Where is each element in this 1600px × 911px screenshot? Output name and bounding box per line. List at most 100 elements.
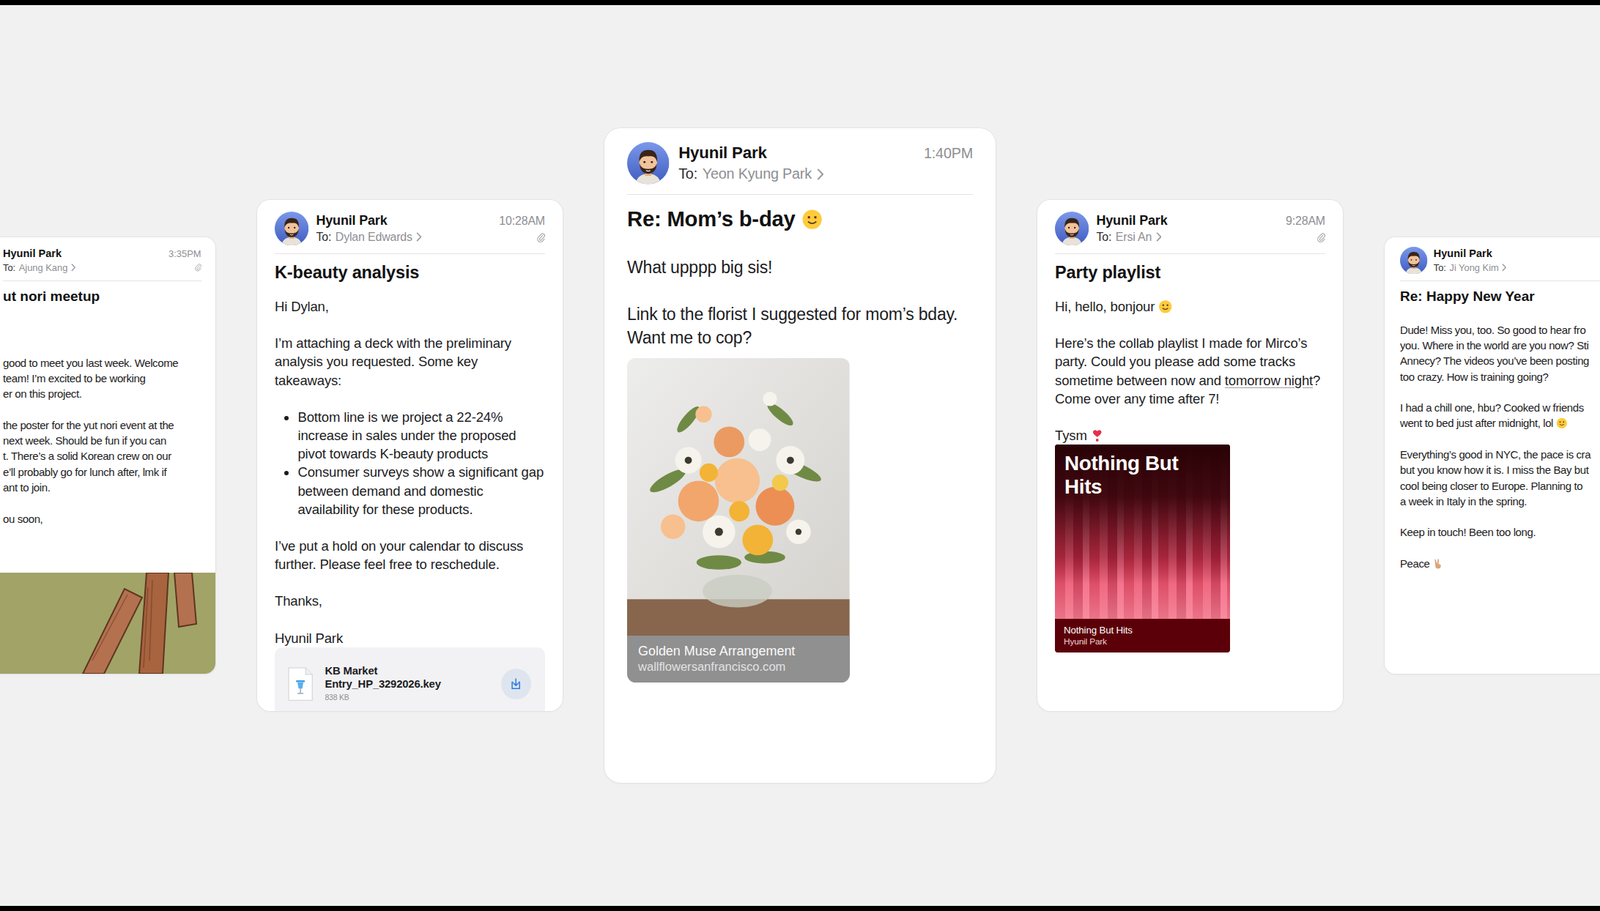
recipient-name[interactable]: Dylan Edwards (335, 230, 413, 244)
recipient-name[interactable]: Ersi An (1115, 230, 1152, 244)
recipient-name[interactable]: Ajung Kang (19, 262, 69, 274)
email-content: Hyunil Park10:28AMTo:Dylan Edwards K-beau… (257, 200, 563, 712)
recipient-name[interactable]: Yeon Kyung Park (702, 165, 812, 184)
email-card[interactable]: Hyunil Park9:28AMTo:Ersi AnParty playlis… (1037, 200, 1343, 712)
chevron-icon (1501, 263, 1507, 272)
email-body: Hi Dylan, I’m attaching a deck with the p… (274, 297, 546, 648)
flower-photo (627, 358, 850, 637)
chevron-icon (71, 263, 76, 272)
header-text: Hyunil Park1:40PMTo:Yeon Kyung Park (678, 143, 973, 183)
recipient-row: To:Yeon Kyung Park (678, 165, 973, 184)
link-preview[interactable]: Golden Muse Arrangementwallflowersanfran… (627, 358, 850, 683)
line-text: the poster for the yut nori event at the (2, 419, 174, 432)
to-label: To: (315, 230, 332, 244)
email-card[interactable]: Hyunil ParkTo:Ji Yong KimRe: Happy New Y… (1384, 237, 1600, 674)
playlist-name: Nothing But Hits (1063, 624, 1222, 637)
link-title: Golden Muse Arrangement (638, 643, 839, 661)
download-button[interactable] (501, 668, 532, 700)
text-line: er on this project. (2, 386, 202, 402)
email-card[interactable]: Hyunil Park10:28AMTo:Dylan Edwards K-beau… (257, 200, 563, 712)
text-block: I had a chill one, hbu? Cooked w friends… (1400, 400, 1600, 432)
subject-text: ut nori meetup (2, 288, 100, 306)
paragraph: Hi Dylan, (274, 297, 546, 316)
line-text: t. There’s a solid Korean crew on our (2, 449, 172, 463)
keynote-file-icon (287, 667, 313, 702)
smiley-face-icon (1556, 417, 1568, 430)
email-card[interactable]: Hyunil Park1:40PMTo:Yeon Kyung Park Re: M… (604, 128, 996, 784)
header-divider (2, 280, 202, 282)
email-body: Dude! Miss you, too. So good to hear fro… (1400, 322, 1600, 573)
date-link[interactable]: tomorrow night (1224, 372, 1313, 389)
email-card[interactable]: Hyunil Park3:35PMTo:Ajung Kang ut nori me… (0, 237, 216, 674)
text-line: next week. Should be fun if you can (2, 432, 202, 449)
email-body: What upppp big sis! Link to the florist I… (627, 256, 973, 351)
line-text: Peace (1400, 557, 1431, 570)
text-line: Everything’s good in NYC, the pace is cr… (1400, 446, 1600, 463)
text-run: What upppp big sis! (627, 257, 773, 277)
text-line: team! I’m excited to be working (2, 370, 202, 387)
playlist-owner: Hyunil Park (1063, 636, 1222, 647)
recipient-row: To:Ajung Kang (2, 262, 202, 274)
file-attachment[interactable]: KB Market Entry_HP_3292026.key838 KB (274, 647, 546, 712)
bullet-item: Bottom line is we project a 22-24% incre… (297, 408, 546, 464)
cover-title: Nothing But Hits (1064, 452, 1221, 499)
text-line: but you know how it is. I miss the Bay b… (1400, 462, 1600, 478)
email-header: Hyunil Park1:40PMTo:Yeon Kyung Park (627, 142, 973, 185)
recipient-row: To:Ji Yong Kim (1433, 262, 1600, 274)
line-text: e’ll probably go for lunch after, lmk if (2, 465, 167, 479)
text-block: good to meet you last week. Welcometeam!… (2, 355, 202, 403)
email-content: Hyunil Park3:35PMTo:Ajung Kang ut nori me… (0, 237, 216, 573)
line-text: good to meet you last week. Welcome (2, 356, 179, 370)
file-info: KB Market Entry_HP_3292026.key838 KB (324, 665, 453, 703)
link-caption: Golden Muse Arrangementwallflowersanfran… (627, 635, 850, 683)
header-text: Hyunil Park10:28AMTo:Dylan Edwards (315, 213, 545, 245)
paragraph: I’m attaching a deck with the preliminar… (274, 334, 546, 390)
to-label: To: (2, 262, 16, 274)
recipient-name[interactable]: Ji Yong Kim (1449, 262, 1499, 274)
to-label: To: (1095, 230, 1112, 244)
avatar-icon (1400, 246, 1428, 275)
subject-text: K-beauty analysis (274, 262, 420, 283)
sender-name: Hyunil Park (678, 143, 767, 164)
line-text: cool being closer to Europe. Planning to (1400, 479, 1583, 493)
text-line: Annecy? The videos you’ve been posting (1400, 353, 1600, 369)
sender-row: Hyunil Park10:28AM (315, 213, 545, 230)
text-run: Hi Dylan, (274, 298, 329, 315)
text-line: good to meet you last week. Welcome (2, 355, 202, 371)
avatar-icon (1054, 211, 1089, 246)
paperclip-icon (194, 263, 202, 272)
avatar-icon (627, 142, 670, 185)
line-text: next week. Should be fun if you can (2, 434, 167, 447)
header-divider (627, 194, 973, 195)
text-run: Tysm (1054, 427, 1088, 444)
bullet-list: Bottom line is we project a 22-24% incre… (274, 408, 546, 519)
line-text: a week in Italy in the spring. (1400, 495, 1527, 508)
download-icon (508, 676, 524, 692)
text-line: Keep in touch! Been too long. (1400, 524, 1600, 540)
text-line: e’ll probably go for lunch after, lmk if (2, 464, 202, 480)
bullet-item: Consumer surveys show a significant gap … (297, 463, 546, 518)
line-text: Dude! Miss you, too. So good to hear fro (1400, 323, 1586, 337)
sender-row: Hyunil Park1:40PM (678, 143, 973, 164)
playlist-card[interactable]: Nothing But HitsNothing But HitsHyunil P… (1054, 444, 1231, 653)
text-block: Everything’s good in NYC, the pace is cr… (1400, 446, 1600, 510)
text-line: t. There’s a solid Korean crew on our (2, 448, 202, 464)
avatar-icon (274, 211, 309, 246)
email-header: Hyunil ParkTo:Ji Yong Kim (1400, 246, 1600, 275)
email-subject: ut nori meetup (2, 288, 202, 306)
email-carousel: Hyunil Park3:35PMTo:Ajung Kang ut nori me… (0, 5, 1600, 907)
text-line: a week in Italy in the spring. (1400, 493, 1600, 510)
text-run: Link to the florist I suggested for mom’… (627, 304, 958, 348)
header-divider (274, 253, 546, 255)
to-label: To: (1433, 262, 1447, 274)
letterbox-bar (0, 0, 1600, 6)
letterbox-bar (0, 906, 1600, 911)
email-body: good to meet you last week. Welcometeam!… (2, 322, 202, 527)
header-text: Hyunil Park3:35PMTo:Ajung Kang (2, 247, 202, 274)
email-subject: Re: Mom’s b-day (627, 206, 973, 233)
paragraph: Thanks, (274, 591, 546, 611)
smiley-face-icon (801, 208, 823, 231)
paragraph: Here’s the collab playlist I made for Mi… (1054, 334, 1326, 409)
text-run: Thanks, (274, 593, 323, 609)
text-line: Peace (1400, 556, 1600, 572)
